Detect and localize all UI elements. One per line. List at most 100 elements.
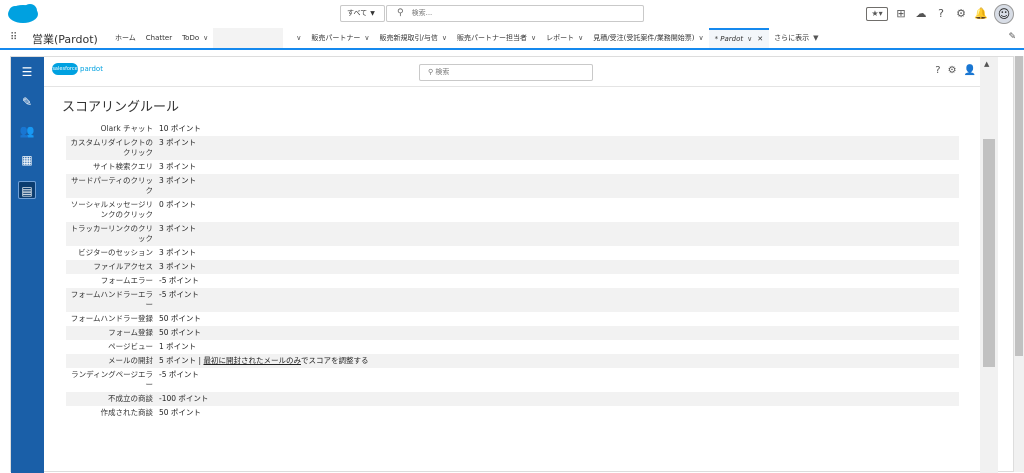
nav-item-partners[interactable]: 販売パートナー ∨ xyxy=(306,28,374,48)
tab-pardot-label: * Pardot xyxy=(714,35,744,43)
nav-item-partner-chevron[interactable]: ∨ xyxy=(287,28,306,48)
scroll-up-arrow-icon[interactable]: ▲ xyxy=(984,60,989,68)
table-row: 作成された商談 50 ポイント xyxy=(66,406,959,420)
nav-more-label: さらに表示 xyxy=(774,34,810,42)
chevron-down-icon[interactable]: ∨ xyxy=(698,34,703,42)
salesforce-logo[interactable] xyxy=(6,3,40,25)
rule-value: -100 ポイント xyxy=(156,392,959,406)
prospects-people-icon[interactable]: 👥 xyxy=(18,122,36,140)
rule-value: 0 ポイント xyxy=(159,200,197,209)
pardot-search-input[interactable]: ⚲ 検索 xyxy=(419,64,593,81)
table-row: Olark チャット 10 ポイント xyxy=(66,122,959,136)
nav-item-quotes[interactable]: 見積/受注(受託案件/業務開始票) ∨ xyxy=(588,28,708,48)
rule-value: -5 ポイント xyxy=(159,370,199,379)
rule-value: 10 ポイント xyxy=(159,124,201,133)
search-scope-label: すべて xyxy=(347,9,368,17)
table-row: ファイルアクセス 3 ポイント xyxy=(66,260,959,274)
rule-label: フォームハンドラーエラー xyxy=(66,288,156,312)
nav-item-home[interactable]: ホーム xyxy=(110,28,141,48)
rule-value: 3 ポイント xyxy=(156,222,959,246)
help-icon[interactable]: ? xyxy=(935,65,940,76)
favorites-star-icon[interactable]: ★▾ xyxy=(866,7,888,21)
nav-item-redacted[interactable] xyxy=(213,28,284,48)
table-row: ビジターのセッション 3 ポイント xyxy=(66,246,959,260)
chevron-down-icon[interactable]: ∨ xyxy=(442,34,447,42)
table-row: ソーシャルメッセージリンクのクリック 0 ポイント xyxy=(66,198,959,222)
rule-label: ビジターのセッション xyxy=(78,248,153,257)
tab-pardot[interactable]: * Pardot ∨ ✕ xyxy=(708,28,770,48)
user-account-icon[interactable]: 👤 xyxy=(964,65,976,76)
rule-value-suffix: でスコアを調整する xyxy=(300,356,369,365)
chevron-down-icon[interactable]: ∨ xyxy=(296,34,301,42)
rule-value: -5 ポイント xyxy=(156,288,959,312)
table-row: ランディングページエラー -5 ポイント xyxy=(66,368,959,392)
chevron-down-icon[interactable]: ∨ xyxy=(747,35,752,43)
rule-value-cell: 5 ポイント | 最初に開封されたメールのみでスコアを調整する xyxy=(156,354,959,368)
close-tab-icon[interactable]: ✕ xyxy=(757,35,763,43)
app-navigation-bar: ⠿ 営業(Pardot) ホーム Chatter ToDo ∨ ∨ 販売パートナー… xyxy=(0,28,1024,50)
global-header: すべて ▼ ⚲ 検索... ★▾ ⊞ ☁ ? ⚙ 🔔 ☺ xyxy=(0,0,1024,28)
nav-more[interactable]: さらに表示 ▼ xyxy=(769,28,823,48)
global-search-placeholder: 検索... xyxy=(411,9,433,17)
help-icon[interactable]: ? xyxy=(934,7,948,21)
rule-label: ファイルアクセス xyxy=(66,260,156,274)
nav-item-chatter[interactable]: Chatter xyxy=(141,28,177,48)
page-scrollbar[interactable] xyxy=(1014,56,1024,472)
rule-label: サードパーティのクリック xyxy=(66,174,156,198)
scoring-rules-table: Olark チャット 10 ポイント カスタムリダイレクトのクリック 3 ポイント … xyxy=(66,122,959,420)
pardot-search-placeholder: 検索 xyxy=(435,68,450,76)
chevron-down-icon[interactable]: ∨ xyxy=(578,34,583,42)
table-row: 不成立の商談 -100 ポイント xyxy=(66,392,959,406)
table-row: カスタムリダイレクトのクリック 3 ポイント xyxy=(66,136,959,160)
chevron-down-icon[interactable]: ∨ xyxy=(531,34,536,42)
app-launcher-icon[interactable]: ⠿ xyxy=(10,32,22,44)
page-scrollbar-thumb[interactable] xyxy=(1015,56,1023,356)
rule-label: カスタムリダイレクトのクリック xyxy=(66,136,156,160)
inner-scrollbar[interactable]: ▲ xyxy=(980,57,998,473)
first-opened-email-link[interactable]: 最初に開封されたメールのみ xyxy=(203,356,301,365)
nav-item-todo[interactable]: ToDo ∨ xyxy=(177,28,213,48)
table-row: サードパーティのクリック 3 ポイント xyxy=(66,174,959,198)
rule-value: 1 ポイント xyxy=(159,342,197,351)
chevron-down-icon: ▼ xyxy=(370,10,375,17)
chevron-down-icon[interactable]: ∨ xyxy=(364,34,369,42)
search-scope-select[interactable]: すべて ▼ xyxy=(340,5,385,22)
nav-item-new-deals[interactable]: 販売新規取引/与信 ∨ xyxy=(375,28,452,48)
rule-label: ページビュー xyxy=(108,342,153,351)
page-title: スコアリングルール xyxy=(62,100,180,115)
table-row: トラッカーリンクのクリック 3 ポイント xyxy=(66,222,959,246)
rule-value: 3 ポイント xyxy=(156,136,959,160)
nav-item-partner-contacts[interactable]: 販売パートナー担当者 ∨ xyxy=(452,28,541,48)
marketing-wand-icon[interactable]: ✎ xyxy=(18,93,36,111)
rule-value: 3 ポイント xyxy=(156,174,959,198)
rule-label: ランディングページエラー xyxy=(71,370,153,389)
rule-value: 5 ポイント | xyxy=(159,356,202,365)
rule-value: 3 ポイント xyxy=(156,260,959,274)
scrollbar-thumb[interactable] xyxy=(983,139,995,367)
chevron-down-icon[interactable]: ∨ xyxy=(203,34,208,42)
nav-item-label: Chatter xyxy=(145,34,173,42)
pardot-logo[interactable]: salesforce pardot xyxy=(52,63,103,75)
nav-item-label: 見積/受注(受託案件/業務開始票) xyxy=(593,34,695,42)
global-actions-plus-icon[interactable]: ⊞ xyxy=(894,7,908,21)
user-avatar[interactable]: ☺ xyxy=(994,4,1014,24)
rule-value: -5 ポイント xyxy=(159,276,199,285)
trailhead-icon[interactable]: ☁ xyxy=(914,7,928,21)
global-search-input[interactable]: ⚲ 検索... xyxy=(386,5,644,22)
notifications-bell-icon[interactable]: 🔔 xyxy=(974,7,988,21)
menu-hamburger-icon[interactable]: ☰ xyxy=(18,63,36,81)
nav-item-label: レポート xyxy=(546,34,575,42)
table-row: メールの開封 5 ポイント | 最初に開封されたメールのみでスコアを調整する xyxy=(66,354,959,368)
salesforce-cloud-logo: salesforce xyxy=(52,63,78,75)
nav-item-reports[interactable]: レポート ∨ xyxy=(541,28,588,48)
settings-gear-icon[interactable]: ⚙ xyxy=(948,65,957,76)
pardot-header: salesforce pardot ⚲ 検索 ? ⚙ 👤 xyxy=(44,57,980,87)
rule-label: 作成された商談 xyxy=(100,408,154,417)
rule-label: トラッカーリンクのクリック xyxy=(66,222,156,246)
edit-nav-pencil-icon[interactable]: ✎ xyxy=(1008,32,1016,42)
table-row: フォーム登録 50 ポイント xyxy=(66,326,959,340)
reports-chart-icon[interactable]: ▦ xyxy=(18,151,36,169)
setup-gear-icon[interactable]: ⚙ xyxy=(954,7,968,21)
rule-label: フォームハンドラー登録 xyxy=(70,314,153,323)
admin-briefcase-icon[interactable]: ▤ xyxy=(18,181,36,199)
